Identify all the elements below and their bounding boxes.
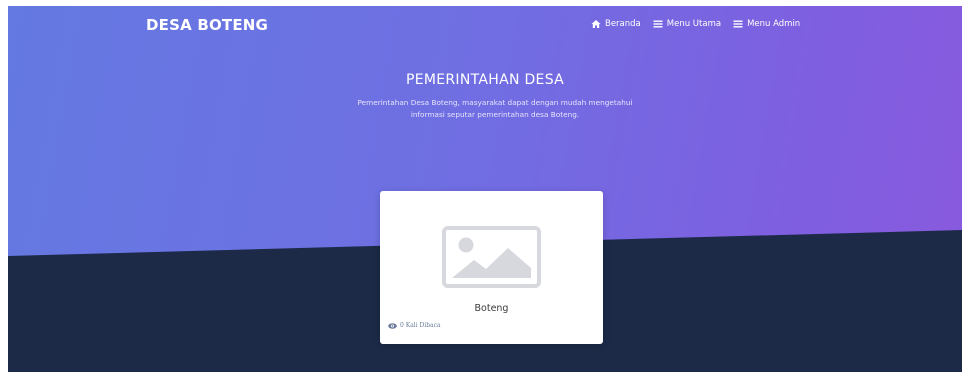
nav-item-beranda[interactable]: Beranda [591,19,641,29]
page-description: Pemerintahan Desa Boteng, masyarakat dap… [357,98,633,119]
page: DESA BOTENG Beranda Menu Utama Menu Admi… [0,0,968,378]
nav-item-menu-utama[interactable]: Menu Utama [653,19,721,29]
navbar: DESA BOTENG Beranda Menu Utama Menu Admi… [8,6,962,42]
page-title: PEMERINTAHAN DESA [405,72,565,88]
nav-menu: Beranda Menu Utama Menu Admin [591,19,800,29]
browser-viewport: DESA BOTENG Beranda Menu Utama Menu Admi… [8,6,962,372]
card-title[interactable]: Boteng [380,303,603,314]
article-card[interactable]: Boteng 0 Kali Dibaca [380,191,603,344]
view-count: 0 Kali Dibaca [388,322,441,329]
nav-item-label: Menu Utama [666,19,722,29]
nav-item-menu-admin[interactable]: Menu Admin [733,19,800,29]
menu-icon [653,20,663,28]
nav-item-label: Beranda [605,19,641,29]
view-count-label: 0 Kali Dibaca [400,322,441,329]
image-placeholder-icon [442,226,541,288]
nav-item-label: Menu Admin [747,19,801,29]
eye-icon [388,322,397,329]
brand-logo[interactable]: DESA BOTENG [146,16,268,34]
menu-icon [733,20,743,28]
home-icon [591,20,601,28]
